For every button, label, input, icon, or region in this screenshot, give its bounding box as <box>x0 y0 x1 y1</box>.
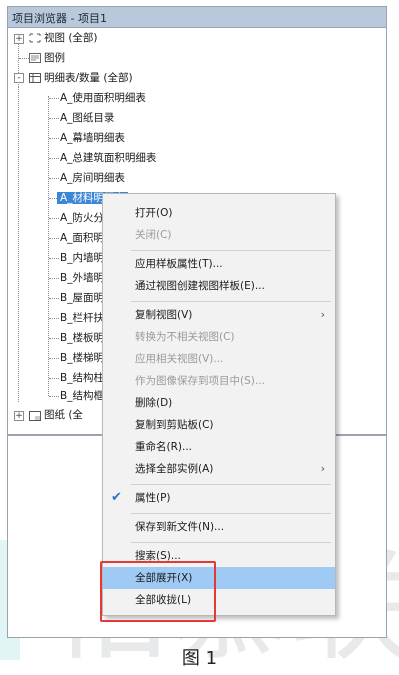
collapse-schedules-toggle[interactable]: - <box>14 73 24 83</box>
tree-item-schedule[interactable]: B_结构框 <box>60 386 104 406</box>
tree-item-schedule[interactable]: A_总建筑面积明细表 <box>60 148 156 168</box>
menu-item-close[interactable]: 关闭(C) <box>103 224 335 246</box>
tree-item-schedule[interactable]: B_结构柱 <box>60 368 104 388</box>
tree-item-schedule[interactable]: B_内墙明 <box>60 248 104 268</box>
menu-item-apply-dependent[interactable]: 应用相关视图(V)... <box>103 348 335 370</box>
menu-item-convert-independent[interactable]: 转换为不相关视图(C) <box>103 326 335 348</box>
tree-item-schedule[interactable]: B_楼梯明 <box>60 348 104 368</box>
project-browser-title: 项目浏览器 - 项目1 <box>12 12 107 25</box>
annotation-highlight-box <box>100 561 216 622</box>
tree-item-schedule[interactable]: B_屋面明 <box>60 288 104 308</box>
context-menu: 打开(O) 关闭(C) 应用样板属性(T)... 通过视图创建视图样板(E)..… <box>102 193 336 616</box>
tree-item-sheets[interactable]: 图纸 (全 <box>44 405 83 425</box>
menu-item-select-all-instances[interactable]: 选择全部实例(A) › <box>103 458 335 480</box>
project-browser-titlebar: 项目浏览器 - 项目1 <box>8 7 386 28</box>
tree-item-schedule[interactable]: A_防火分 <box>60 208 104 228</box>
tree-item-views[interactable]: 视图 (全部) <box>44 28 98 48</box>
submenu-arrow-icon: › <box>320 308 325 321</box>
menu-item-duplicate-view[interactable]: 复制视图(V) › <box>103 304 335 326</box>
figure-caption: 图 1 <box>181 648 218 669</box>
tree-item-schedules[interactable]: 明细表/数量 (全部) <box>44 68 133 88</box>
expand-sheets-toggle[interactable]: + <box>14 411 24 421</box>
menu-item-properties[interactable]: ✔ 属性(P) <box>103 487 335 509</box>
submenu-arrow-icon: › <box>320 462 325 475</box>
tree-item-schedule[interactable]: B_外墙明 <box>60 268 104 288</box>
tree-item-schedule[interactable]: B_楼板明 <box>60 328 104 348</box>
tree-item-schedule[interactable]: A_图纸目录 <box>60 108 114 128</box>
tree-item-schedule[interactable]: B_栏杆扶 <box>60 308 104 328</box>
menu-item-apply-template[interactable]: 应用样板属性(T)... <box>103 253 335 275</box>
menu-item-create-template[interactable]: 通过视图创建视图样板(E)... <box>103 275 335 297</box>
menu-item-save-image[interactable]: 作为图像保存到项目中(S)... <box>103 370 335 392</box>
tree-item-legends[interactable]: 图例 <box>44 48 65 68</box>
expand-views-toggle[interactable]: + <box>14 34 24 44</box>
menu-item-rename[interactable]: 重命名(R)... <box>103 436 335 458</box>
views-icon <box>29 33 41 43</box>
sheet-icon <box>29 411 41 421</box>
menu-item-open[interactable]: 打开(O) <box>103 202 335 224</box>
tree-item-schedule[interactable]: A_幕墙明细表 <box>60 128 125 148</box>
tree-item-schedule[interactable]: A_使用面积明细表 <box>60 88 146 108</box>
tree-item-schedule[interactable]: A_房间明细表 <box>60 168 125 188</box>
menu-item-save-new-file[interactable]: 保存到新文件(N)... <box>103 516 335 538</box>
legend-icon <box>29 53 41 63</box>
menu-item-delete[interactable]: 删除(D) <box>103 392 335 414</box>
menu-item-copy-clipboard[interactable]: 复制到剪贴板(C) <box>103 414 335 436</box>
check-icon: ✔ <box>111 490 122 505</box>
schedule-icon <box>29 73 41 83</box>
tree-item-schedule[interactable]: A_面积明 <box>60 228 104 248</box>
